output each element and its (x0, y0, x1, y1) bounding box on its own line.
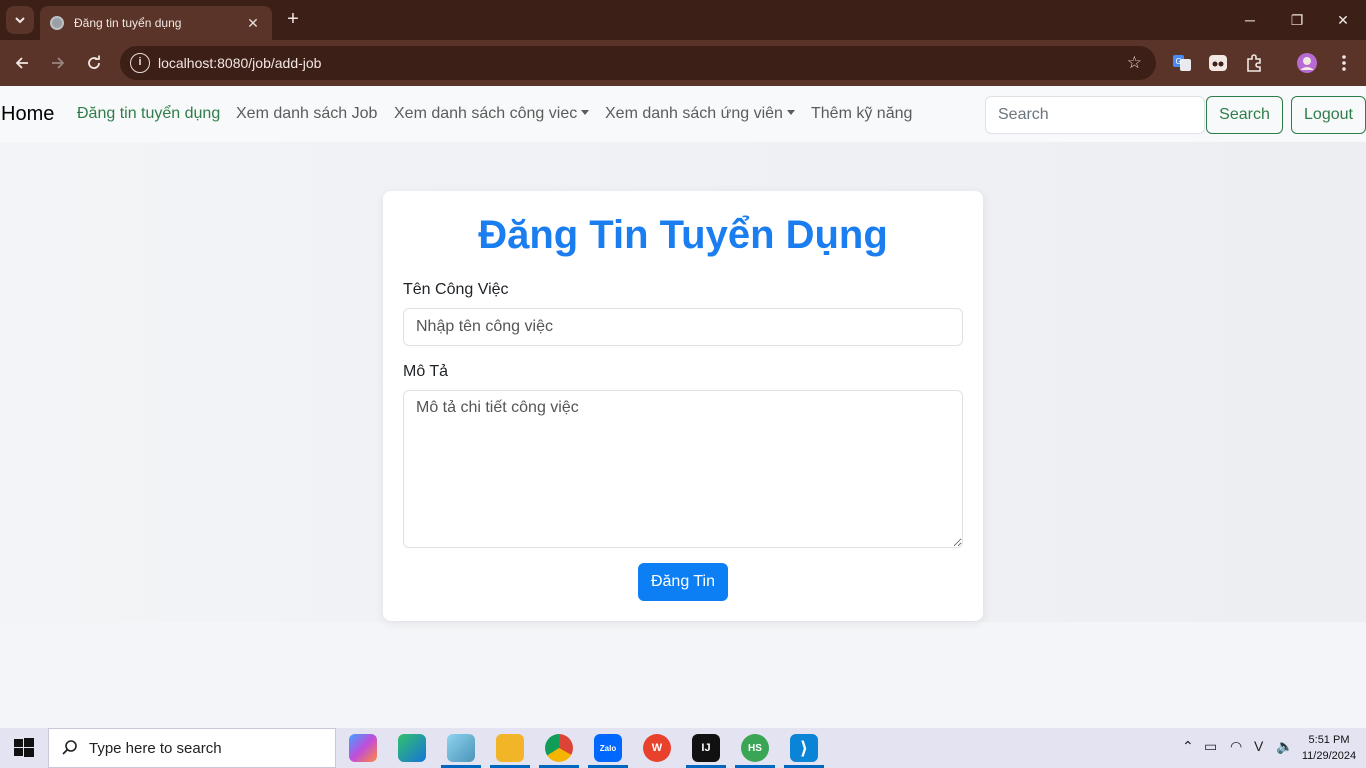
windows-taskbar: Type here to search Zalo W IJ HS ⟩ ⌃ ▭ ◠… (0, 728, 1366, 768)
browser-titlebar: Đăng tin tuyển dụng ✕ + ─ ❐ ✕ (0, 0, 1366, 40)
svg-text:G: G (1176, 57, 1182, 66)
show-hidden-icons-chevron-icon[interactable]: ⌃ (1182, 738, 1194, 755)
clock-date: 11/29/2024 (1301, 750, 1357, 762)
forward-button[interactable] (45, 50, 71, 76)
bookmark-star-icon[interactable]: ☆ (1127, 53, 1142, 73)
tab-search-button[interactable] (6, 6, 34, 34)
vscode-icon[interactable]: ⟩ (790, 734, 818, 762)
close-window-button[interactable]: ✕ (1331, 8, 1355, 32)
arrow-right-icon (52, 57, 65, 69)
edge-icon[interactable] (398, 734, 426, 762)
file-explorer-icon[interactable] (496, 734, 524, 762)
language-icon[interactable]: V (1254, 738, 1263, 754)
heidisql-icon[interactable]: HS (741, 734, 769, 762)
site-info-icon[interactable]: i (130, 53, 150, 73)
caret-down-icon (581, 110, 590, 115)
globe-icon (50, 16, 64, 30)
wps-icon[interactable]: W (643, 734, 671, 762)
nav-link-add-skill[interactable]: Thêm kỹ năng (811, 105, 912, 123)
volume-icon[interactable]: 🔈 (1276, 738, 1293, 755)
job-name-label: Tên Công Việc (403, 281, 509, 298)
description-textarea[interactable] (403, 390, 963, 548)
taskbar-clock[interactable]: 5:51 PM 11/29/2024 (1298, 732, 1360, 764)
restore-button[interactable]: ❐ (1285, 8, 1309, 32)
nav-dropdown-candidates[interactable]: Xem danh sách ứng viên (605, 105, 795, 123)
battery-icon[interactable]: ▭ (1204, 738, 1217, 755)
tab-title: Đăng tin tuyển dụng (74, 16, 182, 30)
navbar-brand-home[interactable]: Home (1, 103, 54, 126)
profile-avatar-icon[interactable] (1296, 52, 1318, 74)
back-button[interactable] (9, 50, 35, 76)
post-job-form-card: Đăng Tin Tuyển Dụng Tên Công Việc Mô Tả … (383, 191, 983, 621)
chevron-down-icon (15, 17, 25, 24)
minimize-button[interactable]: ─ (1238, 8, 1262, 32)
page: Home Đăng tin tuyển dụng Xem danh sách J… (0, 86, 1366, 728)
zalo-icon[interactable]: Zalo (594, 734, 622, 762)
reload-icon (88, 55, 100, 69)
taskbar-search-box[interactable]: Type here to search (48, 728, 336, 768)
search-input[interactable] (985, 96, 1205, 134)
browser-menu-icon[interactable] (1333, 52, 1355, 74)
nav-link-job-list[interactable]: Xem danh sách Job (236, 105, 377, 123)
caret-down-icon (786, 110, 795, 115)
translate-extension-icon[interactable]: G (1171, 52, 1193, 74)
notepad-icon[interactable] (447, 734, 475, 762)
reload-button[interactable] (81, 50, 107, 76)
job-name-input[interactable] (403, 308, 963, 346)
search-button[interactable]: Search (1206, 96, 1283, 134)
extension-glasses-icon[interactable] (1207, 52, 1229, 74)
url-text: localhost:8080/job/add-job (158, 55, 322, 71)
search-icon (62, 740, 77, 755)
arrow-left-icon (15, 57, 28, 69)
nav-link-post-job[interactable]: Đăng tin tuyển dụng (77, 105, 220, 123)
taskbar-search-placeholder: Type here to search (89, 739, 222, 757)
nav-dropdown-label: Xem danh sách công viec (394, 105, 578, 122)
submit-post-button[interactable]: Đăng Tin (638, 563, 728, 601)
clock-time: 5:51 PM (1308, 734, 1350, 746)
browser-tab[interactable]: Đăng tin tuyển dụng ✕ (40, 6, 272, 40)
nav-dropdown-label: Xem danh sách ứng viên (605, 105, 783, 122)
site-navbar: Home Đăng tin tuyển dụng Xem danh sách J… (0, 86, 1366, 142)
form-title: Đăng Tin Tuyển Dụng (478, 213, 888, 257)
browser-toolbar: i localhost:8080/job/add-job ☆ G (0, 40, 1366, 86)
chrome-icon[interactable] (545, 734, 573, 762)
nav-dropdown-job-openings[interactable]: Xem danh sách công viec (394, 105, 590, 123)
windows-start-icon[interactable] (14, 738, 34, 758)
address-bar[interactable]: i localhost:8080/job/add-job ☆ (120, 46, 1156, 80)
new-tab-button[interactable]: + (282, 8, 304, 30)
logout-button[interactable]: Logout (1291, 96, 1366, 134)
intellij-icon[interactable]: IJ (692, 734, 720, 762)
close-tab-icon[interactable]: ✕ (244, 15, 262, 32)
description-label: Mô Tả (403, 363, 449, 380)
copilot-icon[interactable] (349, 734, 377, 762)
wifi-icon[interactable]: ◠ (1230, 738, 1242, 755)
extensions-puzzle-icon[interactable] (1243, 52, 1265, 74)
